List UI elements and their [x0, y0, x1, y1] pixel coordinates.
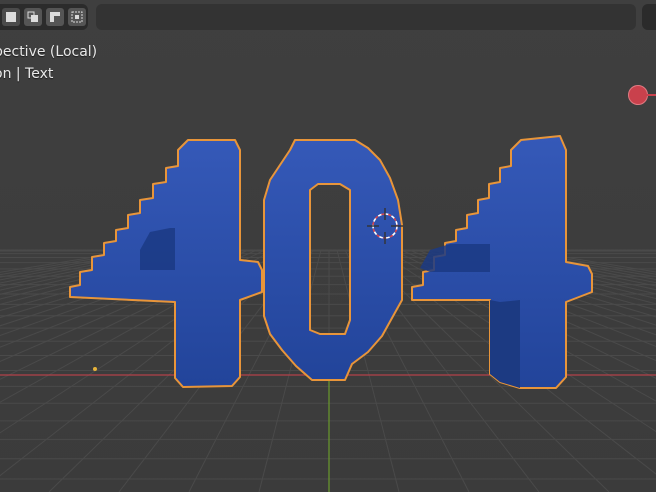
viewport-object-info: on | Text: [0, 66, 54, 82]
select-box-icon[interactable]: [2, 8, 20, 26]
glyph-4-right-side: [490, 300, 520, 388]
select-subtract-icon[interactable]: [46, 8, 64, 26]
viewport-header: [96, 4, 636, 30]
header-corner-button[interactable]: [642, 4, 656, 30]
glyph-4-right-counter: [420, 244, 490, 272]
select-extend-icon[interactable]: [24, 8, 42, 26]
navigation-gizmo-x-axis: [646, 94, 656, 96]
viewport-view-name: pective (Local): [0, 44, 98, 60]
select-mode-toolbar: [0, 4, 88, 30]
glyph-0: [263, 139, 403, 381]
viewport-scene: [0, 135, 656, 492]
text-object-404[interactable]: [69, 135, 593, 389]
select-intersect-icon[interactable]: [68, 8, 86, 26]
origin-dot: [93, 367, 97, 371]
3d-viewport[interactable]: pective (Local) on | Text: [0, 0, 656, 492]
navigation-gizmo-x-icon[interactable]: [628, 85, 648, 105]
